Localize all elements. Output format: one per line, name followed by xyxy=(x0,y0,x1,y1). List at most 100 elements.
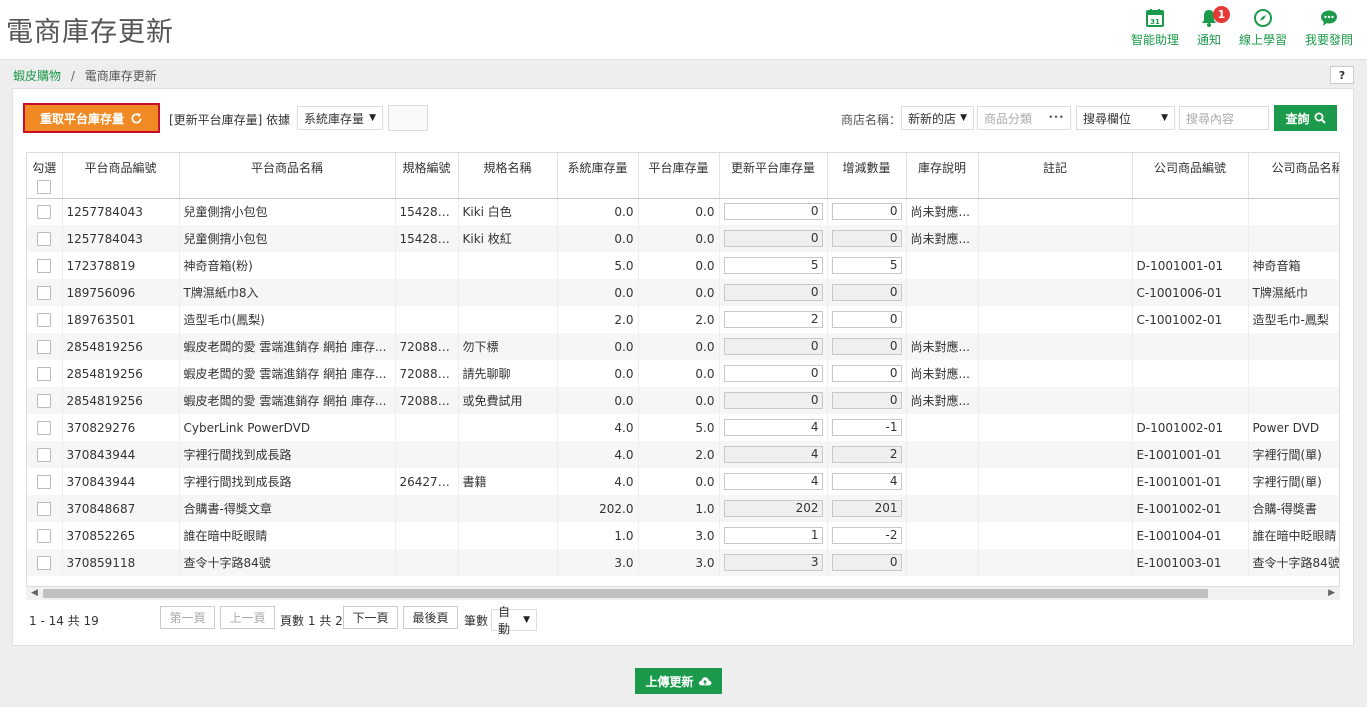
store-select[interactable]: 新新的店 ▼ xyxy=(901,106,974,130)
row-checkbox[interactable] xyxy=(37,258,52,273)
breadcrumb-shopee[interactable]: 蝦皮購物 xyxy=(13,69,61,83)
delta-input[interactable]: 0 xyxy=(831,338,902,355)
row-checkbox[interactable] xyxy=(37,231,52,246)
delta-input[interactable]: 2 xyxy=(831,446,902,463)
update-stock-input[interactable]: 0 xyxy=(723,230,823,247)
search-field-select[interactable]: 搜尋欄位 ▼ xyxy=(1076,106,1175,130)
col-delta[interactable]: 增減數量 xyxy=(827,153,907,199)
col-spec-id[interactable]: 規格編號 xyxy=(395,153,459,199)
update-stock-input[interactable]: 5 xyxy=(723,257,823,274)
delta-input[interactable]: 201 xyxy=(831,500,902,517)
row-checkbox[interactable] xyxy=(37,528,52,543)
row-checkbox[interactable] xyxy=(37,501,52,516)
col-spec-name[interactable]: 規格名稱 xyxy=(458,153,558,199)
row-checkbox[interactable] xyxy=(37,447,52,462)
table-row[interactable]: 370843944 字裡行間找到成長路 264276... 書籍 4.0 0.0 4 4 E-1… xyxy=(27,468,1339,495)
update-stock-input[interactable]: 0 xyxy=(723,284,823,301)
platform-product-name: 合購書-得獎文章 xyxy=(179,495,396,522)
row-checkbox[interactable] xyxy=(37,393,52,408)
query-button[interactable]: 查詢 xyxy=(1274,105,1337,131)
update-stock-input[interactable]: 0 xyxy=(723,203,823,221)
table-row[interactable]: 370829276 CyberLink PowerDVD 4.0 5.0 4 -1 D-10… xyxy=(27,414,1339,441)
smart-assistant-button[interactable]: 31 智能助理 xyxy=(1131,8,1179,48)
spec-name: 請先聊聊 xyxy=(458,360,558,387)
update-stock-input[interactable]: 2 xyxy=(723,311,823,328)
delta-input[interactable]: -2 xyxy=(831,527,902,544)
col-platform-stock[interactable]: 平台庫存量 xyxy=(638,153,720,199)
row-checkbox[interactable] xyxy=(37,312,52,327)
spec-name: 書籍 xyxy=(458,468,558,495)
table-row[interactable]: 2854819256 蝦皮老闆的愛 雲端進銷存 網拍 庫存... 720884...… xyxy=(27,387,1339,414)
horizontal-scrollbar[interactable]: ◀ ▶ xyxy=(26,586,1340,600)
table-row[interactable]: 189763501 造型毛巾(鳳梨) 2.0 2.0 2 0 C-1001002-01 造型毛… xyxy=(27,306,1339,333)
row-checkbox[interactable] xyxy=(37,285,52,300)
first-page-button[interactable]: 第一頁 xyxy=(160,606,215,629)
delta-input[interactable]: 4 xyxy=(831,473,902,490)
update-stock-input[interactable]: 0 xyxy=(723,338,823,355)
delta-input[interactable]: 0 xyxy=(831,554,902,571)
refetch-platform-stock-button[interactable]: 重取平台庫存量 xyxy=(23,103,160,133)
col-update-stock[interactable]: 更新平台庫存量 xyxy=(719,153,828,199)
delta-input[interactable]: 0 xyxy=(831,311,902,328)
col-platform-name[interactable]: 平台商品名稱 xyxy=(179,153,396,199)
row-checkbox[interactable] xyxy=(37,205,52,219)
basis-select[interactable]: 系統庫存量 ▼ xyxy=(297,106,383,130)
update-stock-input[interactable]: 3 xyxy=(723,554,823,571)
category-picker[interactable]: 商品分類 ••• xyxy=(977,106,1071,130)
row-checkbox[interactable] xyxy=(37,339,52,354)
delta-input[interactable]: 5 xyxy=(831,257,902,274)
col-remark[interactable]: 註記 xyxy=(978,153,1133,199)
row-checkbox[interactable] xyxy=(37,474,52,489)
table-row[interactable]: 1257784043 兒童側揹小包包 154289... Kiki 枚紅 0.0 0.0 0… xyxy=(27,225,1339,252)
update-stock-input[interactable]: 4 xyxy=(723,419,823,436)
col-system-stock[interactable]: 系統庫存量 xyxy=(557,153,639,199)
last-page-button[interactable]: 最後頁 xyxy=(403,606,458,629)
scroll-left-icon[interactable]: ◀ xyxy=(31,588,38,598)
online-learning-button[interactable]: 線上學習 xyxy=(1239,8,1287,48)
delta-input[interactable]: 0 xyxy=(831,230,902,247)
platform-product-id: 189756096 xyxy=(62,279,180,306)
system-stock: 0.0 xyxy=(557,360,639,387)
remark xyxy=(978,387,1133,414)
delta-input[interactable]: 0 xyxy=(831,284,902,301)
table-row[interactable]: 370848687 合購書-得獎文章 202.0 1.0 202 201 E-1001002… xyxy=(27,495,1339,522)
update-stock-input[interactable]: 202 xyxy=(723,500,823,517)
row-checkbox[interactable] xyxy=(37,420,52,435)
scrollbar-thumb[interactable] xyxy=(43,589,1208,598)
table-row[interactable]: 370859118 查令十字路84號 3.0 3.0 3 0 E-1001003-01 查令十… xyxy=(27,549,1339,576)
search-input[interactable]: 搜尋內容 xyxy=(1179,106,1269,130)
table-row[interactable]: 189756096 T牌濕紙巾8入 0.0 0.0 0 0 C-1001006-01 T牌濕紙… xyxy=(27,279,1339,306)
delta-input[interactable]: -1 xyxy=(831,419,902,436)
row-checkbox[interactable] xyxy=(37,555,52,570)
table-row[interactable]: 370852265 誰在暗中眨眼睛 1.0 3.0 1 -2 E-1001004-01 誰在暗… xyxy=(27,522,1339,549)
col-platform-id[interactable]: 平台商品編號 xyxy=(62,153,180,199)
delta-input[interactable]: 0 xyxy=(831,203,902,221)
col-company-id[interactable]: 公司商品編號 xyxy=(1132,153,1249,199)
table-row[interactable]: 370843944 字裡行間找到成長路 4.0 2.0 4 2 E-1001001-01 字裡… xyxy=(27,441,1339,468)
table-row[interactable]: 2854819256 蝦皮老闆的愛 雲端進銷存 網拍 庫存... 720884...… xyxy=(27,360,1339,387)
update-stock-input[interactable]: 4 xyxy=(723,446,823,463)
table-row[interactable]: 172378819 神奇音箱(粉) 5.0 0.0 5 5 D-1001001-01 神奇音箱 xyxy=(27,252,1339,279)
upload-update-button[interactable]: 上傳更新 xyxy=(635,668,722,694)
col-stock-note[interactable]: 庫存說明 xyxy=(906,153,979,199)
update-stock-input[interactable]: 1 xyxy=(723,527,823,544)
next-page-button[interactable]: 下一頁 xyxy=(343,606,398,629)
prev-page-button[interactable]: 上一頁 xyxy=(220,606,275,629)
ask-question-button[interactable]: 我要發問 xyxy=(1305,8,1353,48)
update-stock-input[interactable]: 4 xyxy=(723,473,823,490)
platform-product-name: 誰在暗中眨眼睛 xyxy=(179,522,396,549)
table-row[interactable]: 2854819256 蝦皮老闆的愛 雲端進銷存 網拍 庫存... 720884...… xyxy=(27,333,1339,360)
row-checkbox[interactable] xyxy=(37,366,52,381)
notifications-button[interactable]: 1 通知 xyxy=(1197,6,1230,48)
update-stock-input[interactable]: 0 xyxy=(723,365,823,382)
update-stock-input[interactable]: 0 xyxy=(723,392,823,409)
delta-input[interactable]: 0 xyxy=(831,365,902,382)
delta-input[interactable]: 0 xyxy=(831,392,902,409)
page-size-select[interactable]: 自動 ▼ xyxy=(491,605,537,636)
table-row[interactable]: 1257784043 兒童側揹小包包 154289... Kiki 白色 0.0 0.0 0… xyxy=(27,198,1339,225)
help-button[interactable]: ? xyxy=(1330,66,1354,84)
col-company-name[interactable]: 公司商品名稱 xyxy=(1248,153,1339,199)
select-all-checkbox[interactable] xyxy=(37,180,52,194)
update-stock-cell: 3 xyxy=(719,549,828,576)
scroll-right-icon[interactable]: ▶ xyxy=(1328,588,1335,598)
